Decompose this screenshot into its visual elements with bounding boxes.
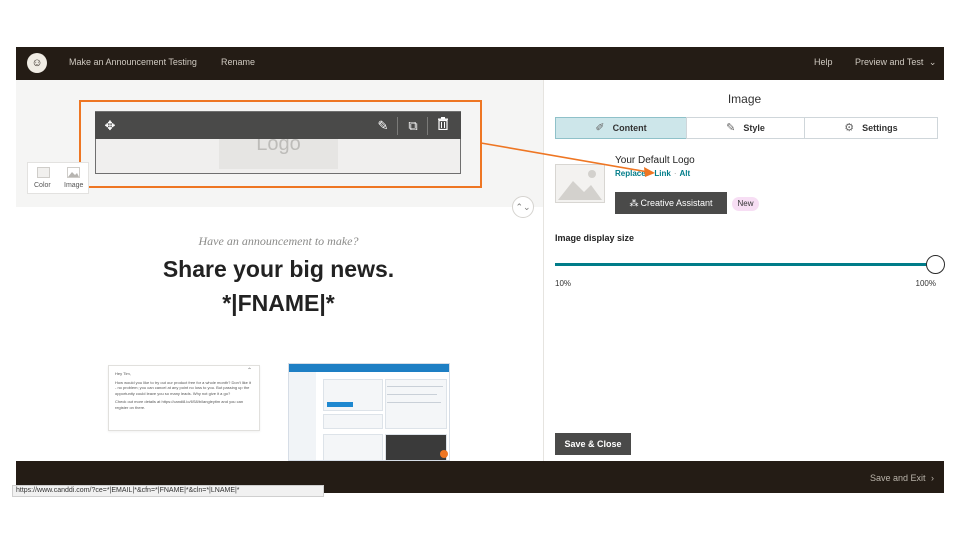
screenshot-button bbox=[327, 402, 353, 407]
save-and-close-button[interactable]: Save & Close bbox=[555, 433, 631, 455]
headline: Share your big news. bbox=[162, 256, 395, 282]
email-greeting: Hey Tim, bbox=[115, 371, 131, 376]
chevron-up-down-icon[interactable]: ⌃⌄ bbox=[512, 196, 534, 218]
display-size-slider-handle[interactable] bbox=[925, 255, 945, 274]
chevron-right-icon: › bbox=[931, 473, 934, 483]
link-link[interactable]: Link bbox=[654, 169, 670, 178]
paintbrush-icon: ✎ bbox=[726, 122, 736, 134]
email-preview-card: ⌃ Hey Tim, How would you like to try out… bbox=[108, 365, 260, 431]
slider-min-label: 10% bbox=[555, 279, 572, 288]
rename-link[interactable]: Rename bbox=[221, 57, 255, 67]
alt-link[interactable]: Alt bbox=[679, 169, 690, 178]
tab-settings-label: Settings bbox=[862, 123, 898, 133]
screenshot-card bbox=[323, 414, 383, 429]
preview-and-test-label: Preview and Test bbox=[855, 57, 924, 67]
gear-icon: ⚙ bbox=[844, 122, 855, 134]
tab-settings[interactable]: ⚙ Settings bbox=[804, 117, 938, 139]
creative-assistant-button[interactable]: ⁂ Creative Assistant bbox=[615, 192, 727, 214]
fname-merge-tag: *|FNAME|* bbox=[222, 290, 335, 316]
link-separator: · bbox=[673, 169, 677, 178]
display-size-label: Image display size bbox=[555, 233, 635, 243]
screenshot-dark-card bbox=[385, 434, 447, 460]
screenshot-line bbox=[387, 386, 443, 387]
campaign-name: Make an Announcement Testing bbox=[69, 57, 197, 67]
mailchimp-logo-icon[interactable]: ☺ bbox=[27, 53, 47, 73]
preview-and-test-menu[interactable]: Preview and Test ⌄ bbox=[855, 57, 936, 68]
slider-max-label: 100% bbox=[915, 279, 936, 288]
chevron-down-icon: ⌄ bbox=[928, 57, 937, 67]
new-badge: New bbox=[732, 197, 759, 211]
logo-actions: Replace · Link · Alt bbox=[615, 169, 690, 178]
logo-name: Your Default Logo bbox=[615, 155, 695, 166]
screenshot-line bbox=[387, 402, 441, 403]
screenshot-sidebar bbox=[289, 372, 316, 460]
color-swatch-icon[interactable] bbox=[37, 167, 50, 178]
email-canvas[interactable]: Logo ✥ ✎ ⧉ Color Image ⌃⌄ Have an announ… bbox=[16, 80, 543, 461]
app-window: ☺ Make an Announcement Testing Rename He… bbox=[0, 0, 960, 540]
screenshot-line bbox=[387, 394, 437, 395]
tab-content[interactable]: ✐ Content bbox=[555, 117, 687, 139]
logo-thumbnail[interactable] bbox=[555, 164, 605, 203]
pencil-icon: ✐ bbox=[595, 122, 605, 134]
magic-wand-icon: ⁂ bbox=[629, 198, 639, 208]
display-size-slider-track[interactable] bbox=[555, 263, 935, 266]
link-separator: · bbox=[648, 169, 652, 178]
image-placeholder-icon bbox=[558, 170, 602, 200]
tab-style[interactable]: ✎ Style bbox=[686, 117, 805, 139]
replace-link[interactable]: Replace bbox=[615, 169, 646, 178]
screenshot-card bbox=[323, 434, 383, 460]
tab-content-label: Content bbox=[612, 123, 647, 133]
color-chip-label: Color bbox=[34, 182, 51, 189]
image-swatch-icon[interactable] bbox=[67, 167, 80, 178]
screenshot-nav bbox=[289, 364, 449, 372]
image-glyph bbox=[68, 172, 79, 177]
email-footer-text: Check out more details at https://candi8… bbox=[115, 399, 244, 410]
screenshot-chat-icon bbox=[440, 450, 448, 458]
background-chips: Color Image bbox=[27, 162, 89, 194]
announcement-kicker: Have an announcement to make? bbox=[198, 234, 359, 248]
tab-style-label: Style bbox=[743, 123, 765, 133]
annotation-highlight bbox=[79, 100, 482, 188]
app-screenshot-image bbox=[288, 363, 450, 461]
help-link[interactable]: Help bbox=[814, 57, 833, 67]
top-bar: ☺ Make an Announcement Testing Rename He… bbox=[16, 47, 944, 80]
image-settings-panel: Image ✐ Content ✎ Style ⚙ Settings Your Def… bbox=[543, 80, 945, 461]
save-and-exit-button[interactable]: Save and Exit › bbox=[870, 473, 934, 483]
save-and-exit-label: Save and Exit bbox=[869, 473, 926, 483]
status-bar-url: https://www.canddi.com/?ce=*|EMAIL|*&cfn… bbox=[12, 485, 324, 497]
image-chip-label: Image bbox=[64, 182, 84, 189]
panel-tabs: ✐ Content ✎ Style ⚙ Settings bbox=[555, 117, 938, 139]
creative-assistant-label: Creative Assistant bbox=[640, 198, 713, 208]
email-body: How would you like to try out our produc… bbox=[115, 379, 251, 396]
panel-title: Image bbox=[727, 92, 762, 106]
chevron-up-icon: ⌃ bbox=[246, 368, 252, 374]
